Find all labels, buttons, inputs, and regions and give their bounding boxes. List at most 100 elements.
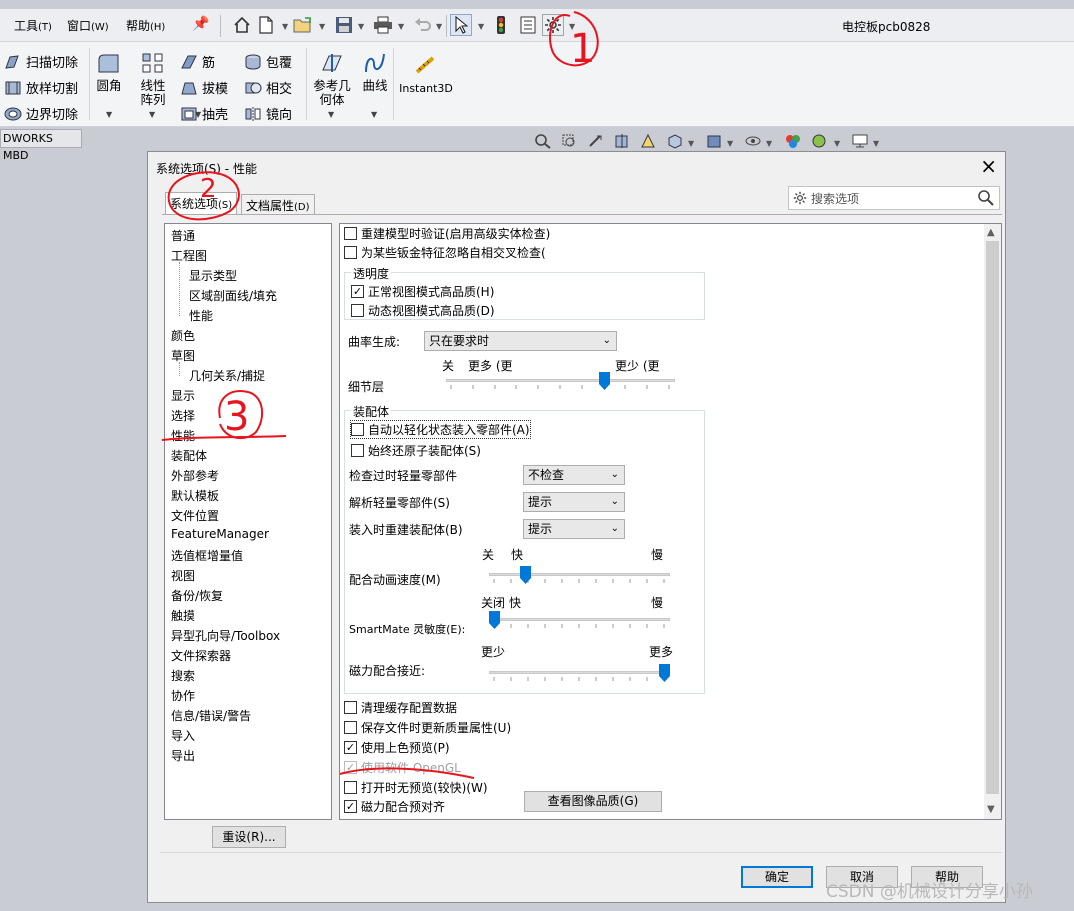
panel-scrollbar[interactable]: ▲ ▼: [984, 224, 1001, 819]
update-mass-checkbox[interactable]: 保存文件时更新质量属性(U): [344, 719, 511, 736]
view-settings-monitor-icon[interactable]: [851, 133, 869, 149]
select-arrow-icon[interactable]: [450, 14, 472, 36]
detail-slider[interactable]: [446, 372, 675, 390]
tree-item-hole-wizard-toolbox[interactable]: 异型孔向导/Toolbox: [171, 627, 280, 644]
slider-thumb[interactable]: [659, 664, 670, 682]
zoom-to-fit-icon[interactable]: [534, 133, 552, 149]
tree-item-backup-recover[interactable]: 备份/恢复: [171, 587, 223, 604]
open-dropdown-icon[interactable]: ▼: [319, 22, 325, 31]
wrap-button[interactable]: 包覆: [244, 52, 292, 71]
print-dropdown-icon[interactable]: ▼: [398, 22, 404, 31]
always-resolve-checkbox[interactable]: 始终还原子装配体(S): [351, 442, 481, 459]
menu-help[interactable]: 帮助(H): [126, 17, 165, 34]
file-properties-icon[interactable]: [517, 14, 539, 36]
print-icon[interactable]: [372, 14, 394, 36]
close-icon[interactable]: ×: [980, 155, 997, 177]
select-dropdown-icon[interactable]: ▼: [478, 22, 484, 31]
previous-view-icon[interactable]: [587, 133, 605, 149]
draft-button[interactable]: 拔模: [180, 78, 228, 97]
auto-lightweight-checkbox[interactable]: 自动以轻化状态装入零部件(A): [350, 420, 531, 439]
options-gear-icon[interactable]: [542, 14, 564, 36]
smartmate-slider[interactable]: [489, 611, 670, 629]
view-settings-dropdown-icon[interactable]: ▼: [873, 139, 879, 148]
rib-dropdown-icon[interactable]: ▼: [195, 110, 201, 119]
slider-thumb[interactable]: [520, 566, 531, 584]
tree-item-assemblies[interactable]: 装配体: [171, 447, 207, 464]
tab-document-properties[interactable]: 文档属性(D): [241, 194, 315, 214]
tree-item-selection[interactable]: 选择: [171, 407, 195, 424]
magnetic-slider[interactable]: [489, 664, 670, 682]
tree-item-touch[interactable]: 触摸: [171, 607, 195, 624]
zoom-area-icon[interactable]: [561, 133, 579, 149]
tree-item-messages-errors-warnings[interactable]: 信息/错误/警告: [171, 707, 251, 724]
tree-item-relations-snaps[interactable]: 几何关系/捕捉: [189, 367, 265, 384]
tree-item-drawing-performance[interactable]: 性能: [189, 307, 213, 324]
no-preview-checkbox[interactable]: 打开时无预览(较快)(W): [344, 779, 488, 796]
reset-button[interactable]: 重设(R)...: [212, 826, 286, 848]
rib-button[interactable]: 筋: [180, 52, 215, 71]
scene-dropdown-icon[interactable]: ▼: [834, 139, 840, 148]
tree-item-display-style[interactable]: 显示类型: [189, 267, 237, 284]
scroll-down-icon[interactable]: ▼: [987, 804, 995, 815]
curves-button[interactable]: 曲线: [358, 52, 392, 93]
tree-item-view[interactable]: 视图: [171, 567, 195, 584]
tree-item-import[interactable]: 导入: [171, 727, 195, 744]
fillet-button[interactable]: 圆角: [92, 52, 126, 93]
tree-item-collaboration[interactable]: 协作: [171, 687, 195, 704]
tree-item-area-hatch[interactable]: 区域剖面线/填充: [189, 287, 277, 304]
options-dropdown-icon[interactable]: ▼: [569, 22, 575, 31]
section-view-icon[interactable]: [613, 133, 631, 149]
instant3d-button[interactable]: Instant3D: [398, 54, 454, 96]
menu-window[interactable]: 窗口(W): [67, 17, 109, 34]
dynamic-view-hq-checkbox[interactable]: 动态视图模式高品质(D): [351, 302, 495, 319]
display-style-icon[interactable]: [705, 133, 723, 149]
curves-dropdown-icon[interactable]: ▼: [371, 110, 377, 119]
shell-button[interactable]: 抽壳: [180, 104, 228, 123]
tree-item-colors[interactable]: 颜色: [171, 327, 195, 344]
pattern-dropdown-icon[interactable]: ▼: [149, 110, 155, 119]
hide-show-icon[interactable]: [744, 133, 762, 149]
tree-item-sketch[interactable]: 草图: [171, 347, 195, 364]
slider-thumb[interactable]: [489, 611, 500, 629]
normal-view-hq-checkbox[interactable]: ✓ 正常视图模式高品质(H): [351, 283, 494, 300]
view-image-quality-button[interactable]: 查看图像品质(G): [524, 791, 662, 812]
refgeom-dropdown-icon[interactable]: ▼: [328, 110, 334, 119]
tree-item-default-templates[interactable]: 默认模板: [171, 487, 219, 504]
search-input[interactable]: 搜索选项: [788, 186, 1000, 210]
tree-item-spin-box-increments[interactable]: 选值框增量值: [171, 547, 243, 564]
scene-icon[interactable]: [810, 133, 828, 149]
tree-item-general[interactable]: 普通: [171, 227, 195, 244]
rebuild-on-load-select[interactable]: 提示 ⌄: [523, 519, 625, 539]
curvature-select[interactable]: 只在要求时 ⌄: [424, 331, 617, 351]
save-icon[interactable]: [333, 14, 355, 36]
fillet-dropdown-icon[interactable]: ▼: [106, 110, 112, 119]
boundary-cut-button[interactable]: 边界切除: [4, 104, 78, 123]
purge-cache-checkbox[interactable]: 清理缓存配置数据: [344, 699, 457, 716]
mate-anim-slider[interactable]: [489, 566, 670, 584]
scroll-up-icon[interactable]: ▲: [987, 227, 995, 238]
display-style-dropdown-icon[interactable]: ▼: [727, 139, 733, 148]
home-icon[interactable]: [231, 14, 253, 36]
mirror-button[interactable]: 镜向: [244, 104, 292, 123]
undo-icon[interactable]: [412, 14, 434, 36]
save-dropdown-icon[interactable]: ▼: [358, 22, 364, 31]
view-orientation-icon[interactable]: [666, 133, 684, 149]
intersect-button[interactable]: 相交: [244, 78, 292, 97]
tree-item-performance[interactable]: 性能: [171, 427, 195, 444]
reference-geometry-button[interactable]: 参考几何体: [309, 52, 355, 107]
search-icon[interactable]: [977, 189, 995, 207]
magnetic-prealign-checkbox[interactable]: ✓ 磁力配合预对齐: [344, 798, 445, 815]
scrollbar-thumb[interactable]: [986, 241, 999, 794]
swept-cut-button[interactable]: 扫描切除: [4, 52, 78, 71]
appearance-icon[interactable]: [784, 133, 802, 149]
ok-button[interactable]: 确定: [741, 866, 813, 888]
tree-item-external-references[interactable]: 外部参考: [171, 467, 219, 484]
check-outdated-select[interactable]: 不检查 ⌄: [523, 465, 625, 485]
slider-thumb[interactable]: [599, 372, 610, 390]
rebuild-verify-checkbox[interactable]: 重建模型时验证(启用高级实体检查): [344, 225, 550, 242]
tree-item-search[interactable]: 搜索: [171, 667, 195, 684]
tree-item-drawings[interactable]: 工程图: [171, 247, 207, 264]
rebuild-traffic-light-icon[interactable]: [490, 14, 512, 36]
tree-item-file-locations[interactable]: 文件位置: [171, 507, 219, 524]
tree-item-display[interactable]: 显示: [171, 387, 195, 404]
